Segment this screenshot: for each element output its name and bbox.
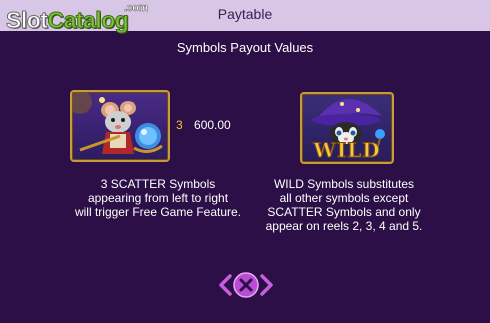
section-title: Symbols Payout Values: [176, 40, 314, 55]
logo-catalog-text: Catalog: [47, 7, 129, 34]
pay-count: 3: [176, 118, 183, 132]
paytable-nav-control: [219, 271, 273, 299]
description-line: appear on reels 2, 3, 4 and 5.: [265, 219, 423, 233]
watermark-logo: SlotCatalog .com: [5, 2, 148, 41]
logo-slot-text: Slot: [5, 7, 48, 34]
scatter-description: 3 SCATTER Symbols appearing from left to…: [70, 177, 246, 219]
scatter-symbol: [70, 90, 170, 162]
wild-description: WILD Symbols substitutes all other symbo…: [254, 177, 434, 233]
description-line: WILD Symbols substitutes: [273, 177, 415, 191]
description-line: 3 SCATTER Symbols: [100, 177, 216, 191]
description-line: SCATTER Symbols and only: [267, 205, 421, 219]
scatter-pay-row: 3 600.00: [176, 118, 231, 132]
chevron-right-icon[interactable]: [260, 274, 273, 296]
description-line: will trigger Free Game Feature.: [74, 205, 242, 219]
chevron-left-icon[interactable]: [219, 274, 232, 296]
description-line: appearing from left to right: [87, 191, 229, 205]
wild-symbol: WILD: [300, 92, 394, 164]
wild-label: WILD: [313, 138, 381, 163]
scatter-mouse-wizard-icon: [72, 92, 163, 154]
close-button[interactable]: [233, 272, 259, 298]
description-line: all other symbols except: [279, 191, 409, 205]
logo-com-text: .com: [124, 2, 149, 15]
pay-value: 600.00: [194, 118, 231, 132]
